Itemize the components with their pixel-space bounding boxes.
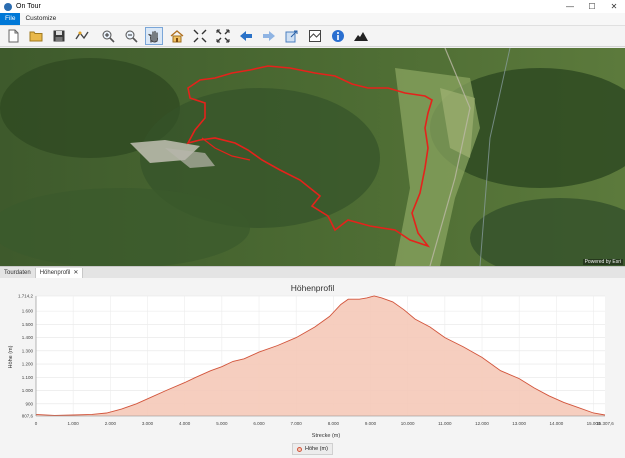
zoom-out-icon	[125, 30, 138, 43]
elevation-chart-panel: Höhenprofil	[0, 278, 625, 458]
app-icon	[4, 2, 12, 11]
toolbar	[0, 26, 625, 47]
minimize-button[interactable]: —	[559, 0, 581, 13]
close-button[interactable]: ✕	[603, 0, 625, 13]
menu-customize[interactable]: Customize	[20, 13, 61, 25]
fit-expand-button[interactable]	[214, 27, 232, 45]
route-edit-icon	[75, 31, 89, 40]
forward-button[interactable]	[260, 27, 278, 45]
folder-icon	[29, 31, 43, 42]
maximize-button[interactable]: ☐	[581, 0, 603, 13]
window-title: On Tour	[16, 3, 41, 10]
home-button[interactable]	[168, 27, 186, 45]
export-button[interactable]	[283, 27, 301, 45]
pan-button[interactable]	[145, 27, 163, 45]
elevation-profile-button[interactable]	[352, 27, 370, 45]
close-icon[interactable]: ✕	[73, 268, 78, 278]
tab-label: Tourdaten	[4, 270, 31, 276]
route-edit-button[interactable]	[73, 27, 91, 45]
back-button[interactable]	[237, 27, 255, 45]
legend-label: Höhe (m)	[305, 446, 328, 452]
fit-shrink-button[interactable]	[191, 27, 209, 45]
arrow-right-icon	[263, 31, 275, 41]
title-bar: On Tour — ☐ ✕	[0, 0, 625, 13]
new-file-icon	[8, 29, 19, 43]
window-frame-button[interactable]	[306, 27, 324, 45]
tab-tourdaten[interactable]: Tourdaten	[0, 268, 36, 278]
export-icon	[285, 30, 298, 43]
tab-hoehenprofil[interactable]: Höhenprofil ✕	[35, 268, 84, 278]
info-icon	[332, 30, 344, 42]
arrow-left-icon	[240, 31, 252, 41]
map-credit: Powered by Esri	[582, 259, 623, 265]
expand-arrows-icon	[216, 29, 230, 43]
satellite-imagery	[0, 48, 625, 266]
chart-title: Höhenprofil	[290, 283, 335, 293]
zoom-in-button[interactable]	[99, 27, 117, 45]
info-button[interactable]	[329, 27, 347, 45]
chart-legend: Höhe (m)	[292, 443, 333, 455]
hand-icon	[148, 30, 158, 43]
mountain-icon	[354, 32, 368, 41]
map-view[interactable]: Powered by Esri	[0, 48, 625, 266]
open-folder-button[interactable]	[27, 27, 45, 45]
menu-file[interactable]: File	[0, 13, 21, 25]
save-disk-icon	[53, 30, 65, 42]
save-button[interactable]	[50, 27, 68, 45]
home-icon	[170, 30, 184, 43]
new-file-button[interactable]	[4, 27, 22, 45]
window-controls: — ☐ ✕	[559, 0, 625, 13]
legend-swatch	[297, 446, 302, 452]
window-frame-icon	[309, 30, 321, 42]
shrink-arrows-icon	[193, 29, 207, 43]
menu-bar: File Customize	[0, 13, 625, 26]
zoom-out-button[interactable]	[122, 27, 140, 45]
tab-label: Höhenprofil	[39, 270, 71, 276]
zoom-in-icon	[102, 30, 115, 43]
